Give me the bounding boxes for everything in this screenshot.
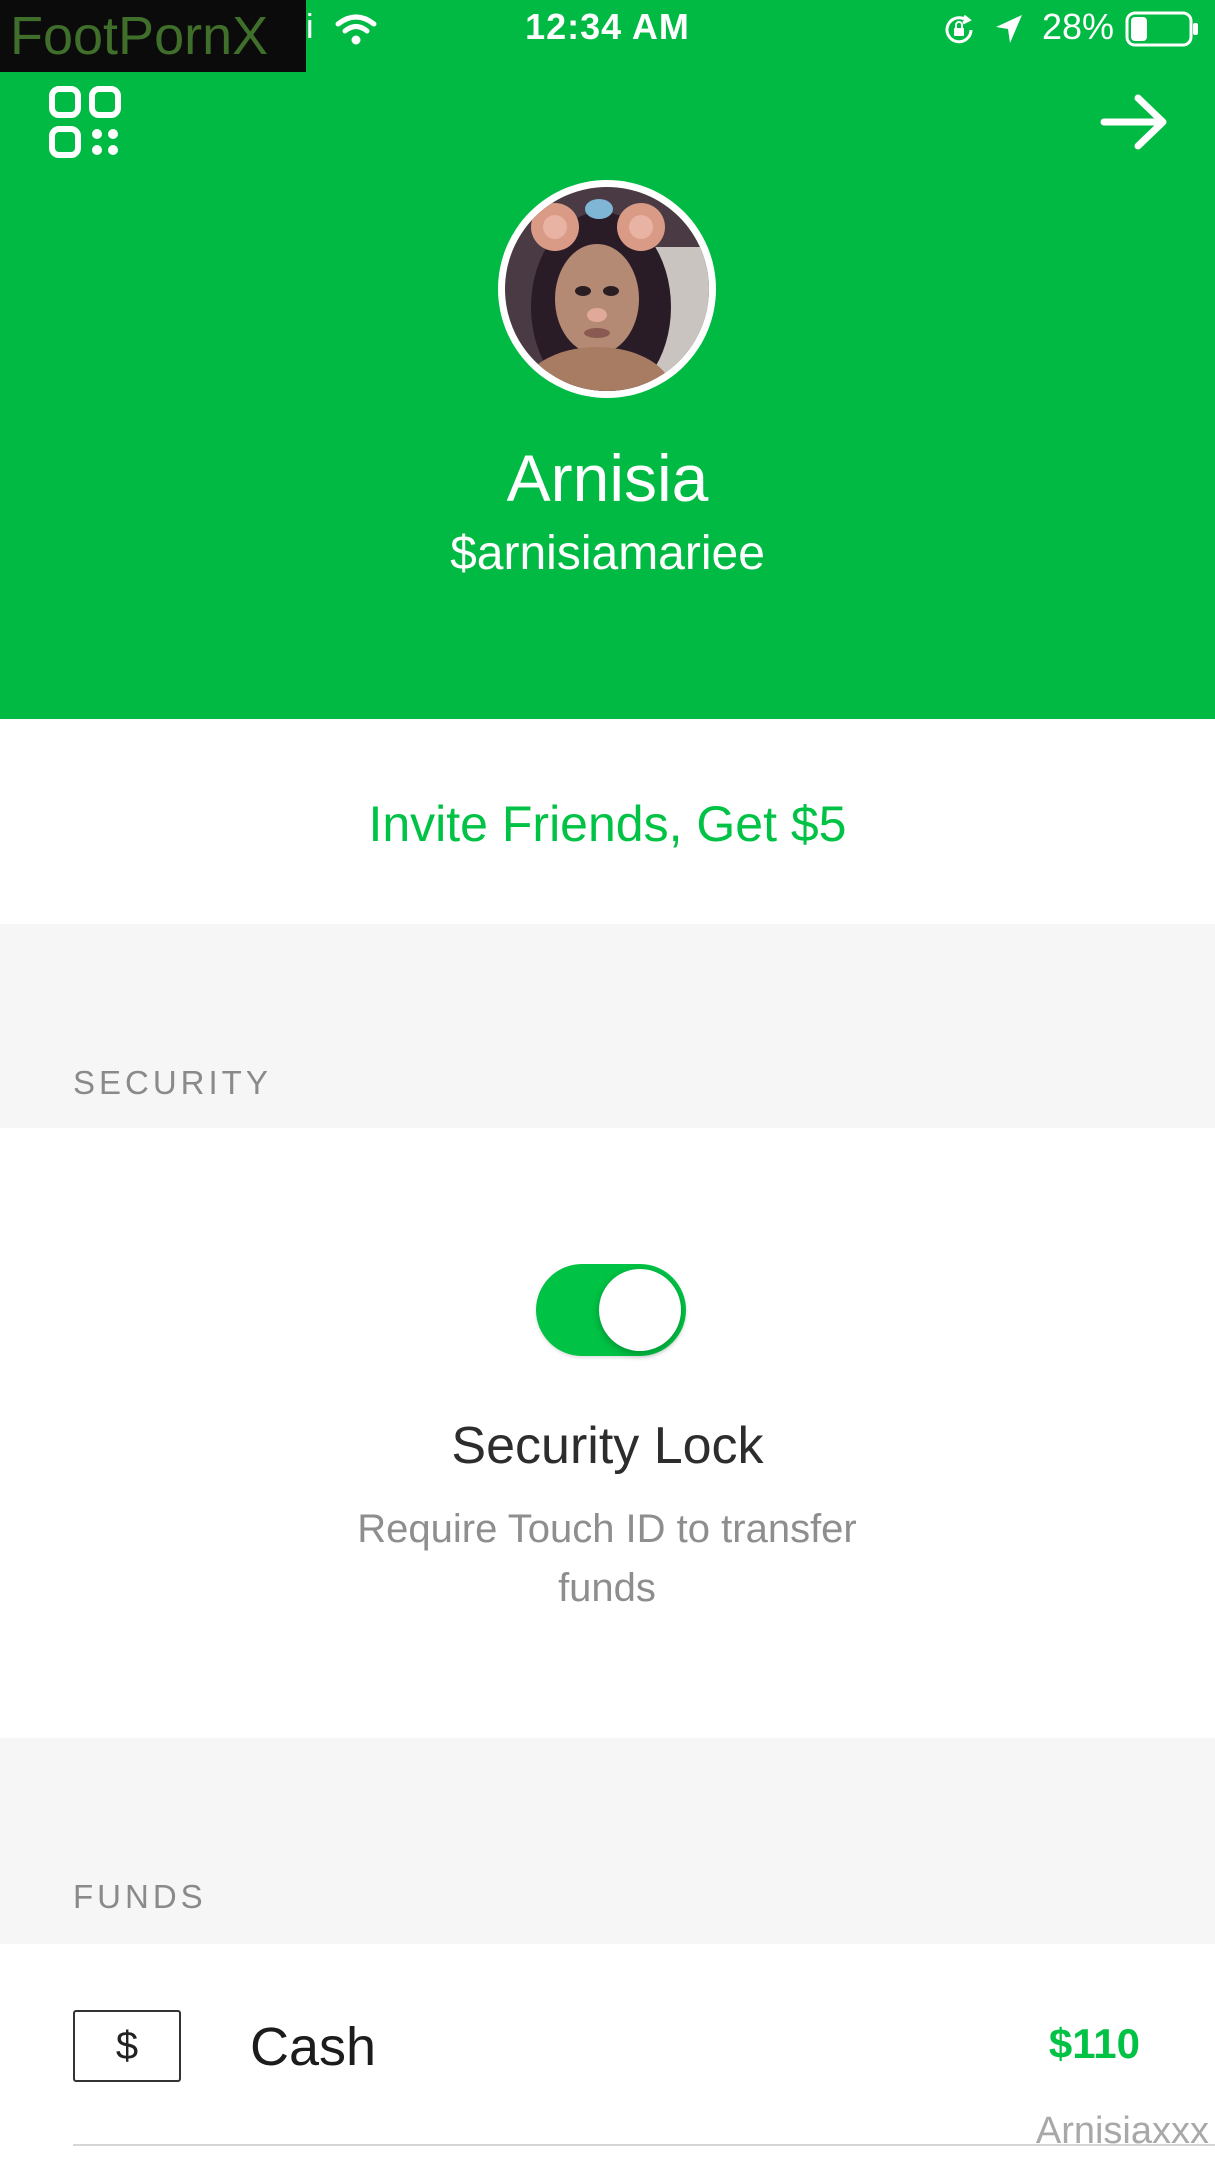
profile-name: Arnisia xyxy=(506,441,709,515)
arrow-right-icon[interactable] xyxy=(1100,92,1170,157)
security-lock-title: Security Lock xyxy=(451,1417,764,1475)
profile-cashtag: $arnisiamariee xyxy=(450,527,765,580)
battery-percent: 28% xyxy=(1042,6,1115,47)
avatar[interactable] xyxy=(498,180,716,398)
qr-code-icon[interactable] xyxy=(49,86,121,163)
security-section-header: SECURITY xyxy=(0,924,1215,1128)
funds-section-header: FUNDS xyxy=(0,1738,1215,1944)
status-time: 12:34 AM xyxy=(525,6,690,47)
security-lock-toggle[interactable] xyxy=(536,1264,686,1356)
funds-item-cash[interactable]: $ Cash $110 xyxy=(0,1944,1215,2147)
cash-balance: $110 xyxy=(1048,2020,1140,2067)
location-arrow-icon xyxy=(993,12,1025,51)
security-heading: SECURITY xyxy=(73,1064,272,1101)
profile-header: FootPornX i 12:34 AM 28% Arnisia $arnisi… xyxy=(0,0,1215,719)
orientation-lock-icon xyxy=(942,13,976,52)
funds-heading: FUNDS xyxy=(73,1878,207,1915)
battery-icon xyxy=(1125,11,1201,52)
invite-friends-link[interactable]: Invite Friends, Get $5 xyxy=(0,795,1215,853)
status-bar: FootPornX i 12:34 AM 28% xyxy=(0,0,1215,72)
toggle-knob xyxy=(599,1269,681,1351)
invite-friends-row[interactable]: Invite Friends, Get $5 xyxy=(0,719,1215,924)
cash-label: Cash xyxy=(250,2017,377,2077)
profile-photo xyxy=(505,187,709,391)
cash-dollar-icon: $ xyxy=(73,2010,181,2082)
watermark-bottom: Arnisiaxxx xyxy=(1035,2110,1209,2152)
security-lock-description: Require Touch ID to transfer funds xyxy=(357,1507,857,1610)
